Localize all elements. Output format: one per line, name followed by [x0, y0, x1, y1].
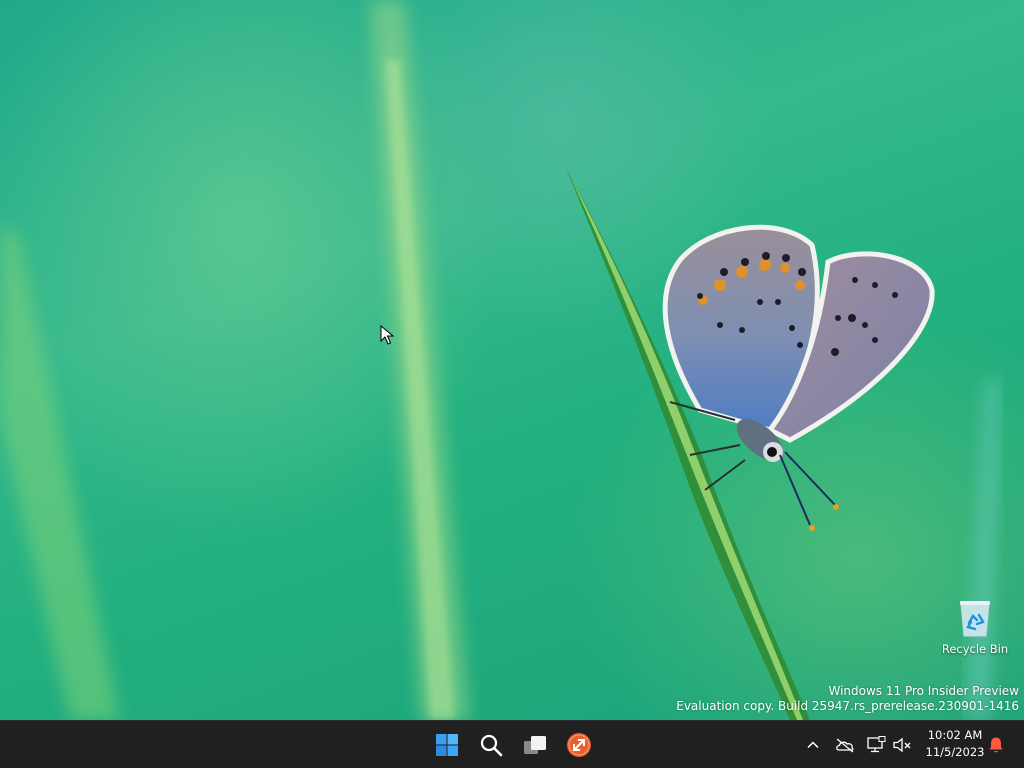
desktop[interactable]: Recycle Bin Windows 11 Pro Insider Previ…: [0, 0, 1024, 720]
recycle-bin-icon: [955, 596, 995, 640]
show-hidden-icons-button[interactable]: [801, 733, 825, 757]
search-button[interactable]: [471, 725, 511, 765]
network-tray-button[interactable]: [864, 733, 888, 757]
evaluation-watermark: Windows 11 Pro Insider Preview Evaluatio…: [676, 684, 1019, 714]
onedrive-tray-button[interactable]: [833, 733, 857, 757]
windows-logo-icon: [436, 734, 458, 756]
desktop-icon-recycle-bin[interactable]: Recycle Bin: [940, 596, 1010, 656]
taskbar-clock[interactable]: 10:02 AM 11/5/2023: [918, 727, 992, 761]
clock-date: 11/5/2023: [925, 745, 985, 759]
volume-muted-icon: [893, 737, 911, 753]
taskbar: 10:02 AM 11/5/2023: [0, 720, 1024, 768]
clock-time: 10:02 AM: [927, 728, 983, 742]
task-view-icon: [524, 736, 546, 754]
mouse-pointer-icon: [380, 325, 394, 345]
watermark-build: Evaluation copy. Build 25947.rs_prerelea…: [676, 699, 1019, 713]
task-view-button[interactable]: [515, 725, 555, 765]
chevron-up-icon: [807, 741, 819, 749]
onedrive-offline-icon: [836, 738, 854, 753]
notification-bell-icon: [989, 737, 1003, 753]
start-button[interactable]: [427, 725, 467, 765]
volume-tray-button[interactable]: [890, 733, 914, 757]
network-icon: [867, 736, 886, 753]
watermark-edition: Windows 11 Pro Insider Preview: [828, 684, 1019, 698]
wallpaper: [0, 0, 1000, 720]
remote-connection-icon: [567, 733, 591, 757]
desktop-icon-label: Recycle Bin: [941, 642, 1009, 656]
taskbar-app-remote-connection[interactable]: [559, 725, 599, 765]
notification-center-button[interactable]: [984, 733, 1008, 757]
search-icon: [480, 734, 503, 757]
